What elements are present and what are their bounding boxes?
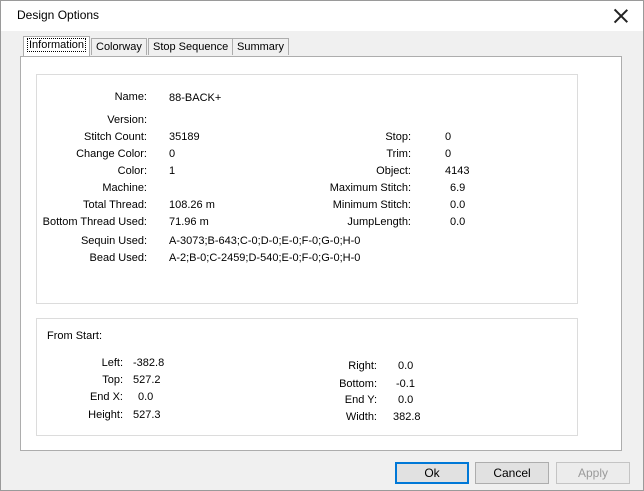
design-options-dialog: Design Options Information Colorway Stop…: [0, 0, 644, 491]
title-bar: Design Options: [1, 1, 643, 31]
min-stitch-value: 0.0: [450, 199, 466, 211]
left-label: Left:: [101, 357, 123, 369]
jump-length-value: 0.0: [450, 216, 466, 228]
width-label: Width:: [345, 411, 377, 423]
bead-label: Bead Used:: [89, 252, 147, 264]
trim-value: 0: [445, 148, 452, 160]
tab-stop-sequence[interactable]: Stop Sequence: [148, 38, 234, 55]
color-value: 1: [169, 165, 176, 177]
bottom-thread-value: 71.96 m: [169, 216, 209, 228]
info-group: Name: 88-BACK+ Version: Stitch Count: 35…: [36, 74, 578, 304]
change-color-value: 0: [169, 148, 176, 160]
change-color-label: Change Color:: [76, 148, 147, 160]
version-label: Version:: [107, 114, 147, 126]
information-tab-page: Name: 88-BACK+ Version: Stitch Count: 35…: [20, 56, 622, 451]
height-value: 527.3: [133, 409, 161, 421]
close-icon[interactable]: [613, 8, 629, 24]
max-stitch-value: 6.9: [450, 182, 466, 194]
bead-value: A-2;B-0;C-2459;D-540;E-0;F-0;G-0;H-0: [169, 252, 361, 264]
object-value: 4143: [445, 165, 470, 177]
apply-button[interactable]: Apply: [556, 462, 630, 484]
tab-information[interactable]: Information: [23, 36, 91, 56]
right-label: Right:: [348, 360, 377, 372]
end-y-label: End Y:: [344, 394, 377, 406]
stop-value: 0: [445, 131, 452, 143]
top-label: Top:: [102, 374, 123, 386]
left-value: -382.8: [133, 357, 165, 369]
sequin-value: A-3073;B-643;C-0;D-0;E-0;F-0;G-0;H-0: [169, 235, 361, 247]
machine-label: Machine:: [102, 182, 147, 194]
window-title: Design Options: [17, 8, 100, 22]
tab-information-label: Information: [26, 38, 87, 52]
color-label: Color:: [117, 165, 147, 177]
trim-label: Trim:: [386, 148, 411, 160]
height-label: Height:: [88, 409, 123, 421]
from-start-group: From Start: Left: -382.8 Top: 527.2 End …: [36, 318, 578, 436]
width-value: 382.8: [393, 411, 421, 423]
name-label: Name:: [114, 91, 147, 103]
stop-label: Stop:: [385, 131, 411, 143]
total-thread-value: 108.26 m: [169, 199, 215, 211]
bottom-label: Bottom:: [339, 378, 377, 390]
right-value: 0.0: [398, 360, 414, 372]
end-y-value: 0.0: [398, 394, 414, 406]
end-x-value: 0.0: [138, 391, 154, 403]
jump-length-label: JumpLength:: [347, 216, 411, 228]
tab-colorway[interactable]: Colorway: [91, 38, 147, 55]
top-value: 527.2: [133, 374, 161, 386]
max-stitch-label: Maximum Stitch:: [329, 182, 411, 194]
object-label: Object:: [376, 165, 411, 177]
stitch-count-value: 35189: [169, 131, 200, 143]
from-start-heading: From Start:: [47, 330, 103, 342]
total-thread-label: Total Thread:: [82, 199, 147, 211]
bottom-value: -0.1: [396, 378, 415, 390]
bottom-thread-label: Bottom Thread Used:: [42, 216, 147, 228]
stitch-count-label: Stitch Count:: [84, 131, 147, 143]
end-x-label: End X:: [89, 391, 123, 403]
ok-button[interactable]: Ok: [395, 462, 469, 484]
min-stitch-label: Minimum Stitch:: [332, 199, 411, 211]
tab-summary[interactable]: Summary: [232, 38, 290, 55]
name-value: 88-BACK+: [169, 92, 222, 104]
sequin-label: Sequin Used:: [80, 235, 147, 247]
cancel-button[interactable]: Cancel: [475, 462, 549, 484]
